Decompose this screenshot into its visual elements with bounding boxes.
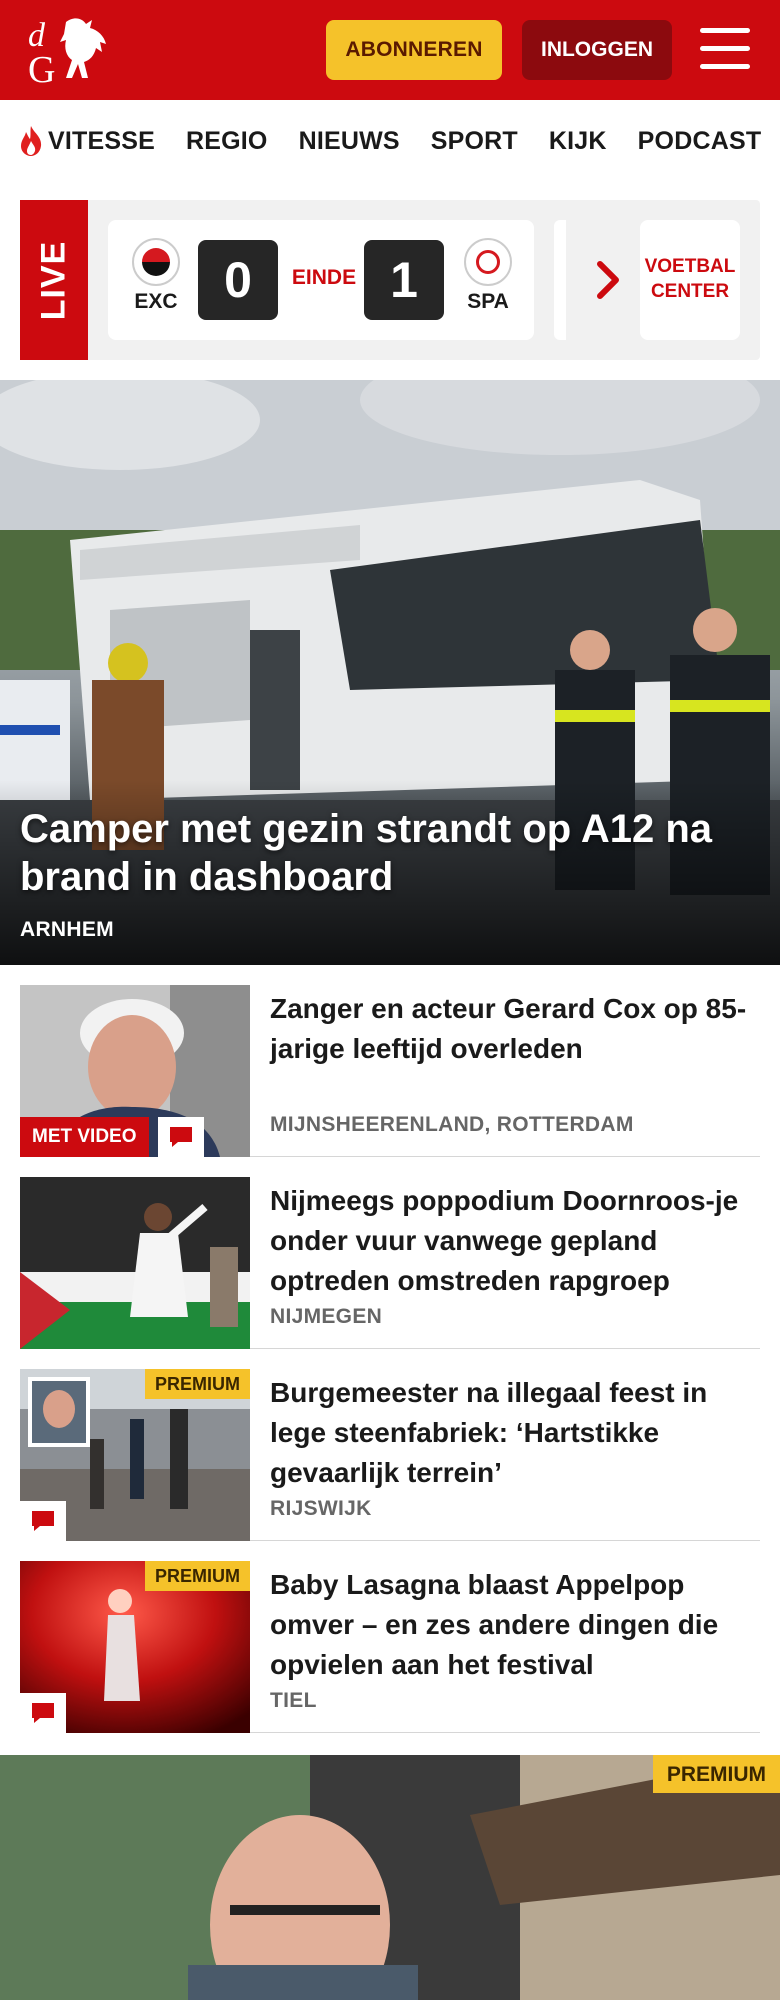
- site-header: d G ABONNEREN INLOGGEN: [0, 0, 780, 100]
- away-club-abbr: SPA: [467, 290, 509, 313]
- dg-logo[interactable]: d G: [26, 12, 116, 88]
- article-location: MIJNSHEERENLAND, ROTTERDAM: [270, 1113, 634, 1136]
- flame-icon: [21, 126, 42, 156]
- home-score: 0: [198, 240, 278, 320]
- home-club-abbr: EXC: [134, 290, 178, 313]
- hero-location: ARNHEM: [20, 918, 114, 941]
- menu-icon[interactable]: [700, 28, 750, 70]
- home-club: EXC: [126, 238, 186, 314]
- article-thumbnail: PREMIUM: [20, 1561, 250, 1733]
- subscribe-button[interactable]: ABONNEREN: [326, 20, 502, 80]
- nav-item-regio[interactable]: REGIO: [186, 127, 268, 156]
- match-card[interactable]: EXC 0 EINDE 1 SPA: [108, 220, 534, 340]
- comment-badge[interactable]: [20, 1501, 66, 1541]
- nav-item-vitesse[interactable]: VITESSE: [18, 125, 155, 157]
- hero-article[interactable]: Camper met gezin strandt op A12 na brand…: [0, 380, 780, 965]
- comment-badge[interactable]: [20, 1693, 66, 1733]
- away-score: 1: [364, 240, 444, 320]
- article-thumbnail: [20, 1177, 250, 1349]
- premium-badge: PREMIUM: [652, 1755, 780, 1793]
- comment-icon: [32, 1703, 54, 1723]
- list-item[interactable]: Nijmeegs poppodium Doornroos-je onder vu…: [20, 1177, 760, 1349]
- nav-item-sport[interactable]: SPORT: [431, 127, 518, 156]
- excelsior-crest-icon: [132, 238, 180, 286]
- login-button[interactable]: INLOGGEN: [522, 20, 672, 80]
- nav-item-nieuws[interactable]: NIEUWS: [299, 127, 400, 156]
- hero-title[interactable]: Camper met gezin strandt op A12 na brand…: [20, 805, 760, 901]
- list-item[interactable]: PREMIUM Burgemeester na illegaal feest i…: [20, 1369, 760, 1541]
- match-status: EINDE: [291, 266, 357, 289]
- article-title[interactable]: Baby Lasagna blaast Appelpop omver – en …: [270, 1565, 750, 1685]
- sparta-crest-icon: [464, 238, 512, 286]
- live-tag: LIVE: [20, 200, 88, 360]
- premium-badge: PREMIUM: [145, 1561, 250, 1591]
- article-location: RIJSWIJK: [270, 1497, 372, 1520]
- article-title[interactable]: Zanger en acteur Gerard Cox op 85-jarige…: [270, 989, 750, 1069]
- feature-article[interactable]: PREMIUM: [0, 1755, 780, 2000]
- article-thumbnail: MET VIDEO: [20, 985, 250, 1157]
- article-thumbnail: PREMIUM: [20, 1369, 250, 1541]
- video-badge: MET VIDEO: [20, 1117, 149, 1157]
- comment-icon: [32, 1511, 54, 1531]
- nav-item-podcast[interactable]: PODCAST: [638, 127, 762, 156]
- svg-text:G: G: [28, 49, 55, 88]
- away-club: SPA: [458, 238, 518, 314]
- comment-icon: [170, 1127, 192, 1147]
- article-location: NIJMEGEN: [270, 1305, 383, 1328]
- nav-item-kijk[interactable]: KIJK: [549, 127, 607, 156]
- main-nav: VITESSE REGIO NIEUWS SPORT KIJK PODCAST: [0, 100, 780, 182]
- list-item[interactable]: PREMIUM Baby Lasagna blaast Appelpop omv…: [20, 1561, 760, 1733]
- next-match-card[interactable]: [554, 220, 566, 340]
- list-item[interactable]: MET VIDEO Zanger en acteur Gerard Cox op…: [20, 985, 760, 1157]
- premium-badge: PREMIUM: [145, 1369, 250, 1399]
- article-location: TIEL: [270, 1689, 317, 1712]
- nav-label: VITESSE: [48, 126, 155, 155]
- article-title[interactable]: Nijmeegs poppodium Doornroos-je onder vu…: [270, 1181, 750, 1301]
- chevron-right-icon[interactable]: [594, 258, 624, 302]
- comment-badge[interactable]: [158, 1117, 204, 1157]
- voetbal-center-button[interactable]: VOETBAL CENTER: [640, 220, 740, 340]
- article-title[interactable]: Burgemeester na illegaal feest in lege s…: [270, 1373, 750, 1493]
- live-scores-bar: LIVE EXC 0 EINDE 1 SPA VOETBAL CENTER: [20, 200, 760, 360]
